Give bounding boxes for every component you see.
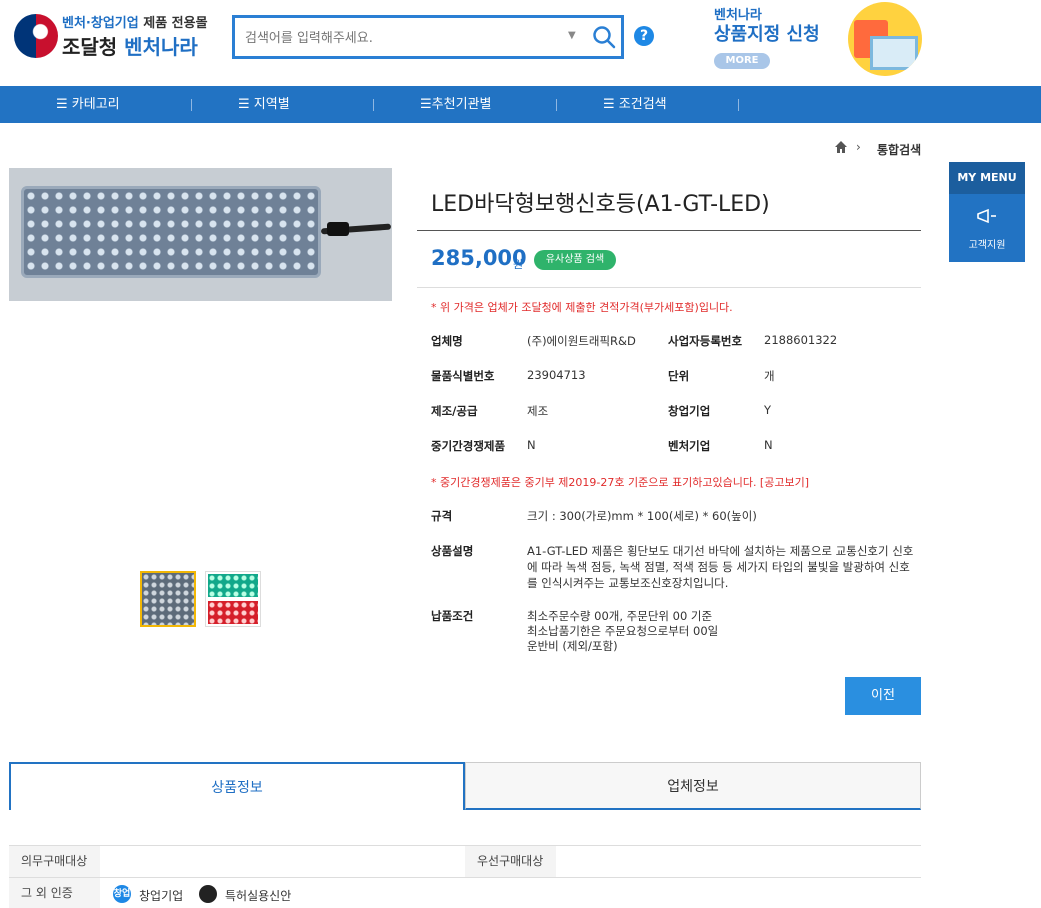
product-main-image — [9, 168, 392, 301]
menu-icon: ☰ — [56, 97, 72, 112]
search-icon[interactable] — [591, 24, 617, 50]
itemno-label: 물품식별번호 — [431, 369, 495, 383]
nav-item-recommend[interactable]: ☰추천기관별 — [420, 86, 491, 123]
search-box: ▼ — [232, 15, 624, 59]
shopping-bag-icon — [848, 2, 922, 76]
nav-label: 카테고리 — [71, 97, 120, 112]
logo-org: 조달청 — [62, 35, 125, 59]
spec-value: 크기 : 300(가로)mm * 100(세로) * 60(높이) — [527, 509, 757, 523]
megaphone-icon[interactable] — [976, 208, 998, 224]
menu-icon: ☰ — [238, 97, 254, 112]
description-value: A1-GT-LED 제품은 횡단보도 대기선 바닥에 설치하는 제품으로 교통신… — [527, 544, 914, 590]
price-divider — [417, 287, 921, 288]
price-notice: * 위 가격은 업체가 조달청에 제출한 견적가격(부가세포함)입니다. — [431, 301, 733, 314]
tab-product-info[interactable]: 상품정보 — [9, 762, 465, 810]
site-logo[interactable]: 벤처·창업기업 제품 전용몰 조달청 벤처나라 — [14, 12, 214, 60]
mandatory-label: 의무구매대상 — [9, 846, 100, 877]
bizno-value: 2188601322 — [764, 333, 838, 347]
search-input[interactable] — [245, 28, 555, 48]
make-value: 제조 — [527, 404, 549, 418]
patent-cert-icon — [199, 885, 217, 903]
product-registration-banner[interactable]: 벤처나라 상품지정 신청 MORE — [712, 2, 932, 76]
nav-divider — [191, 99, 192, 111]
government-emblem-icon — [14, 14, 58, 58]
product-title: LED바닥형보행신호등(A1-GT-LED) — [431, 192, 770, 217]
nav-item-condition[interactable]: ☰ 조건검색 — [603, 86, 667, 123]
logo-tagline-highlight: 벤처·창업기업 — [62, 16, 139, 31]
red-led-shape — [208, 601, 258, 624]
delivery-line-3: 운반비 (제외/포함) — [527, 639, 618, 653]
startup-value: Y — [764, 403, 772, 417]
breadcrumb-arrow-icon: › — [856, 140, 861, 154]
startup-cert-label: 창업기업 — [139, 889, 184, 903]
menu-icon: ☰ — [420, 97, 432, 112]
nav-divider — [373, 99, 374, 111]
startup-cert-icon: 창업 — [113, 885, 131, 903]
menu-icon: ☰ — [603, 97, 619, 112]
plug-shape — [327, 222, 349, 236]
patent-cert-label: 특허실용신안 — [225, 889, 292, 903]
make-label: 제조/공급 — [431, 404, 478, 418]
home-icon[interactable] — [834, 140, 848, 154]
sme-label: 중기간경쟁제품 — [431, 439, 506, 453]
venture-value: N — [764, 438, 773, 452]
spec-label: 규격 — [431, 509, 453, 523]
nav-divider — [738, 99, 739, 111]
site-header: 벤처·창업기업 제품 전용몰 조달청 벤처나라 ▼ ? 벤처나라 상품지정 신청… — [0, 0, 1041, 86]
description-label: 상품설명 — [431, 544, 474, 558]
sme-notice[interactable]: * 중기간경쟁제품은 중기부 제2019-27호 기준으로 표기하고있습니다. … — [431, 474, 809, 490]
venture-label: 벤처기업 — [668, 439, 711, 453]
logo-tagline-rest: 제품 전용몰 — [138, 16, 208, 31]
nav-label: 지역별 — [253, 97, 290, 112]
priority-label: 우선구매대상 — [465, 846, 556, 877]
green-led-shape — [208, 574, 258, 597]
bizno-label: 사업자등록번호 — [668, 334, 743, 348]
banner-title: 상품지정 신청 — [714, 24, 820, 45]
logo-brand: 벤처나라 — [124, 35, 198, 59]
banner-more-button[interactable]: MORE — [714, 53, 770, 69]
delivery-line-2: 최소납품기한은 주문요청으로부터 00일 — [527, 624, 719, 638]
table-divider — [9, 877, 921, 878]
prev-button[interactable]: 이전 — [845, 677, 921, 715]
logo-tagline: 벤처·창업기업 제품 전용몰 — [62, 12, 208, 31]
nav-divider — [556, 99, 557, 111]
breadcrumb-current[interactable]: 통합검색 — [877, 141, 921, 158]
delivery-line-1: 최소주문수량 00개, 주문단위 00 기준 — [527, 609, 713, 623]
sme-value: N — [527, 438, 536, 452]
company-value: (주)에이원트래픽R&D — [527, 334, 636, 348]
tab-company-info[interactable]: 업체정보 — [465, 762, 921, 810]
unit-label: 단위 — [668, 369, 690, 383]
thumbnail-2[interactable] — [205, 571, 261, 627]
price-unit: 원 — [513, 258, 524, 271]
title-divider — [417, 230, 921, 231]
delivery-label: 납품조건 — [431, 609, 474, 623]
main-nav: ☰ 카테고리 ☰ 지역별 ☰추천기관별 ☰ 조건검색 — [0, 86, 1041, 123]
nav-label: 추천기관별 — [431, 97, 492, 112]
led-panel-shape — [21, 186, 321, 278]
my-menu-title[interactable]: MY MENU — [949, 162, 1025, 194]
unit-value: 개 — [764, 369, 775, 383]
nav-item-region[interactable]: ☰ 지역별 — [238, 86, 290, 123]
my-menu-panel: MY MENU 고객지원 — [949, 162, 1025, 262]
nav-item-category[interactable]: ☰ 카테고리 — [56, 86, 120, 123]
logo-title: 조달청 벤처나라 — [62, 31, 198, 60]
screen-shape — [870, 36, 918, 70]
customer-support-link[interactable]: 고객지원 — [949, 236, 1025, 251]
similar-products-button[interactable]: 유사상품 검색 — [534, 250, 616, 270]
search-dropdown-icon[interactable]: ▼ — [568, 30, 576, 41]
thumbnail-1[interactable] — [140, 571, 196, 627]
itemno-value: 23904713 — [527, 368, 586, 382]
startup-label: 창업기업 — [668, 404, 711, 418]
other-cert-label: 그 외 인증 — [9, 878, 100, 908]
company-label: 업체명 — [431, 334, 463, 348]
help-icon[interactable]: ? — [634, 26, 654, 46]
nav-label: 조건검색 — [618, 97, 667, 112]
